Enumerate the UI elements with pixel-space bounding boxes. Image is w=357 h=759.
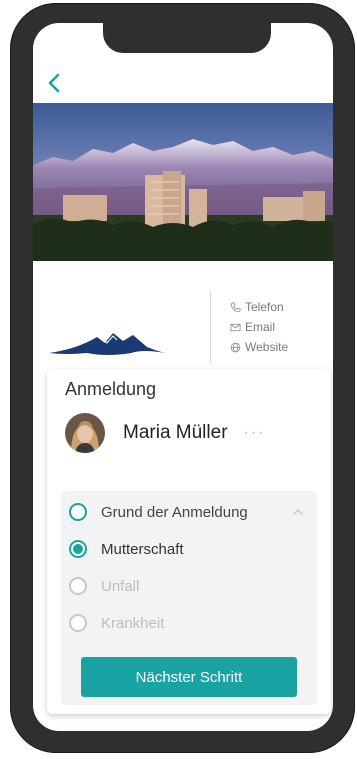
chevron-up-icon[interactable] (291, 505, 305, 519)
app-screen: Telefon Email Website Anmeldung Maria Mü… (33, 23, 333, 731)
phone-notch (103, 23, 271, 53)
contact-list: Telefon Email Website (230, 297, 288, 357)
user-row: Maria Müller ··· (65, 413, 266, 453)
back-button[interactable] (43, 71, 67, 95)
option-mutterschaft-radio[interactable] (69, 540, 87, 558)
card-title: Anmeldung (65, 379, 157, 399)
globe-icon (230, 342, 241, 352)
mail-icon (230, 323, 241, 331)
reason-header-radio[interactable] (69, 503, 87, 521)
contact-website-label: Website (245, 340, 289, 354)
contact-email[interactable]: Email (230, 317, 288, 337)
hero-image (33, 103, 333, 261)
option-unfall-label: Unfall (101, 577, 140, 595)
option-krankheit-radio[interactable] (69, 614, 87, 632)
user-name: Maria Müller (123, 422, 228, 443)
phone-frame: Telefon Email Website Anmeldung Maria Mü… (10, 3, 355, 753)
reason-header[interactable]: Grund der Anmeldung (69, 503, 248, 521)
option-krankheit-label: Krankheit (101, 614, 165, 632)
option-krankheit[interactable]: Krankheit (69, 614, 164, 632)
option-mutterschaft[interactable]: Mutterschaft (69, 540, 184, 558)
contact-phone[interactable]: Telefon (230, 297, 288, 317)
clinic-logo (49, 333, 165, 355)
contact-phone-label: Telefon (245, 300, 284, 314)
header-divider (210, 291, 211, 363)
registration-card: Anmeldung Maria Müller ··· Grund der Anm… (47, 369, 331, 714)
next-step-button[interactable]: Nächster Schritt (81, 657, 297, 697)
option-unfall-radio[interactable] (69, 577, 87, 595)
phone-icon (230, 302, 241, 312)
option-unfall[interactable]: Unfall (69, 577, 139, 595)
option-mutterschaft-label: Mutterschaft (101, 540, 184, 558)
contact-website[interactable]: Website (230, 337, 288, 357)
contact-email-label: Email (245, 320, 276, 334)
more-options-button[interactable]: ··· (244, 424, 266, 442)
chevron-left-icon (48, 73, 60, 93)
reason-header-label: Grund der Anmeldung (101, 503, 248, 521)
reason-panel: Grund der Anmeldung Mutterschaft Unfall … (61, 491, 317, 705)
avatar[interactable] (65, 413, 105, 453)
avatar-image (65, 413, 105, 453)
